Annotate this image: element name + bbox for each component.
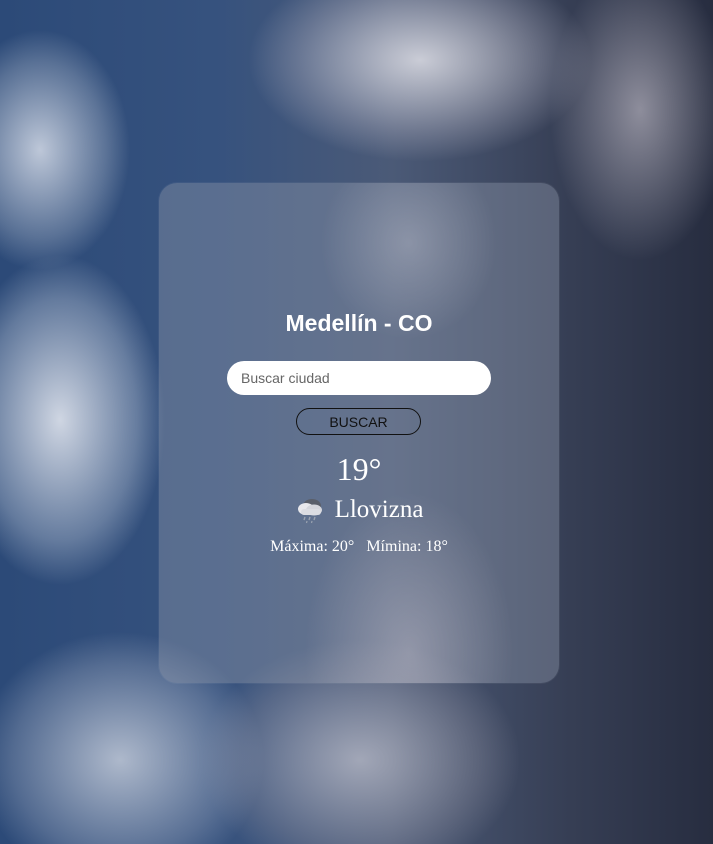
- weather-condition: Llovizna: [334, 496, 424, 523]
- city-title: Medellín - CO: [285, 310, 433, 336]
- min-max-temperatures: Máxima: 20° Mímina: 18°: [159, 538, 559, 556]
- cloud-drizzle-icon: [295, 495, 325, 525]
- max-temperature: Máxima: 20°: [270, 538, 355, 555]
- search-input[interactable]: [227, 361, 491, 395]
- search-button[interactable]: BUSCAR: [296, 408, 421, 435]
- current-temperature: 19°: [336, 451, 382, 487]
- min-temperature: Mímina: 18°: [366, 538, 448, 555]
- condition-row: Llovizna: [159, 495, 559, 525]
- weather-card: Medellín - CO BUSCAR 19° Llovizna Máxima…: [159, 183, 559, 683]
